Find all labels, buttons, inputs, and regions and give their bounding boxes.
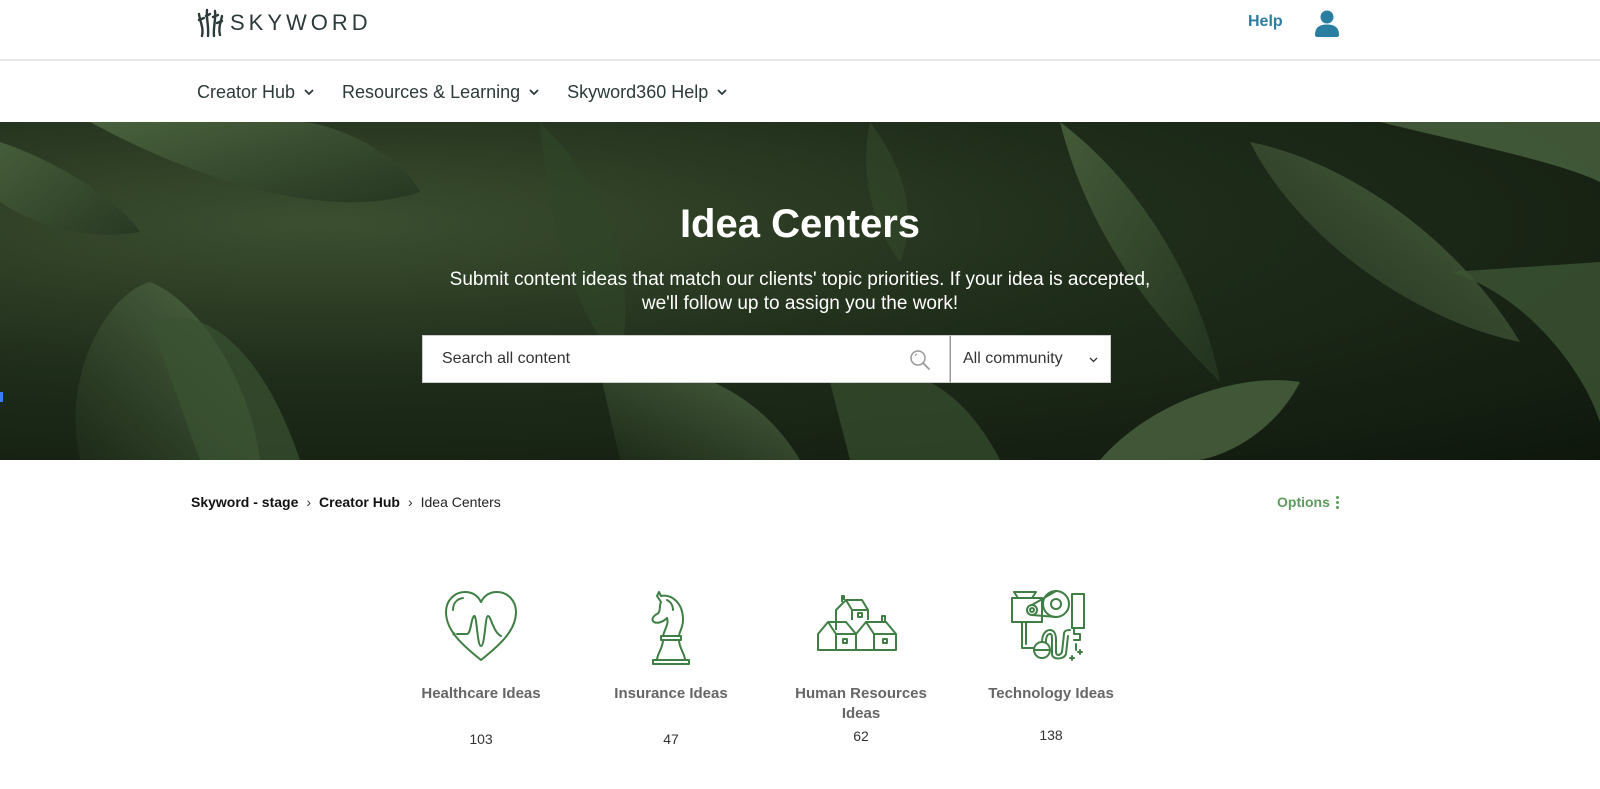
card-title: Technology Ideas: [988, 685, 1114, 702]
search-scope-select[interactable]: All community: [950, 335, 1111, 383]
tree-logo-icon: [197, 8, 224, 38]
options-menu-button[interactable]: Options: [1277, 494, 1339, 510]
card-title: Healthcare Ideas: [421, 685, 541, 702]
breadcrumb-separator-icon: ›: [306, 494, 312, 510]
chevron-down-icon: [1089, 357, 1098, 363]
search-icon[interactable]: [909, 349, 931, 371]
nav-item-skyword360-help[interactable]: Skyword360 Help: [567, 82, 727, 103]
hero-banner: Idea Centers Submit content ideas that m…: [0, 122, 1600, 460]
focus-marker: [0, 392, 3, 402]
breadcrumb-link-creator-hub[interactable]: Creator Hub: [319, 494, 400, 510]
nav-item-resources-learning[interactable]: Resources & Learning: [342, 82, 539, 103]
nav-item-label: Creator Hub: [197, 81, 296, 102]
heart-pulse-icon: [445, 591, 517, 661]
nav-item-label: Resources & Learning: [342, 81, 521, 102]
kebab-menu-icon: [1335, 495, 1339, 509]
chess-knight-icon: [651, 591, 690, 665]
nav-item-creator-hub[interactable]: Creator Hub: [197, 82, 314, 103]
machine-icon: [1011, 590, 1085, 661]
breadcrumb: Skyword - stage › Creator Hub › Idea Cen…: [191, 494, 501, 510]
card-count: 62: [853, 728, 869, 744]
card-title: Insurance Ideas: [614, 685, 728, 702]
breadcrumb-separator-icon: ›: [407, 494, 413, 510]
chevron-down-icon: [304, 88, 314, 95]
card-title: Human Resources Ideas: [795, 685, 927, 722]
chevron-down-icon: [529, 88, 539, 95]
skyword-logo[interactable]: SKYWORD: [196, 8, 372, 38]
search-scope-value: All community: [963, 350, 1063, 367]
breadcrumb-link-skyword-stage[interactable]: Skyword - stage: [191, 494, 298, 510]
idea-center-card-human-resources[interactable]: Human Resources Ideas 62: [791, 588, 931, 744]
card-count: 138: [1039, 727, 1063, 743]
options-label: Options: [1277, 494, 1330, 510]
card-count: 103: [469, 731, 493, 747]
logo-text: SKYWORD: [230, 10, 372, 35]
idea-center-card-technology[interactable]: Technology Ideas 138: [981, 588, 1121, 743]
nav-item-label: Skyword360 Help: [567, 81, 709, 102]
page-subtitle: Submit content ideas that match our clie…: [449, 269, 1151, 314]
search-box: [422, 335, 950, 383]
houses-icon: [817, 595, 897, 651]
help-link[interactable]: Help: [1248, 13, 1283, 31]
search-input[interactable]: [442, 350, 882, 368]
top-header: SKYWORD Help: [0, 0, 1600, 61]
card-count: 47: [663, 731, 679, 747]
idea-center-card-insurance[interactable]: Insurance Ideas 47: [601, 588, 741, 747]
idea-center-card-healthcare[interactable]: Healthcare Ideas 103: [411, 588, 551, 747]
breadcrumb-current: Idea Centers: [420, 494, 501, 510]
page-title: Idea Centers: [679, 202, 921, 246]
main-nav: Creator Hub Resources & Learning Skyword…: [0, 62, 1600, 122]
chevron-down-icon: [717, 88, 727, 95]
user-profile-icon[interactable]: [1314, 9, 1340, 37]
